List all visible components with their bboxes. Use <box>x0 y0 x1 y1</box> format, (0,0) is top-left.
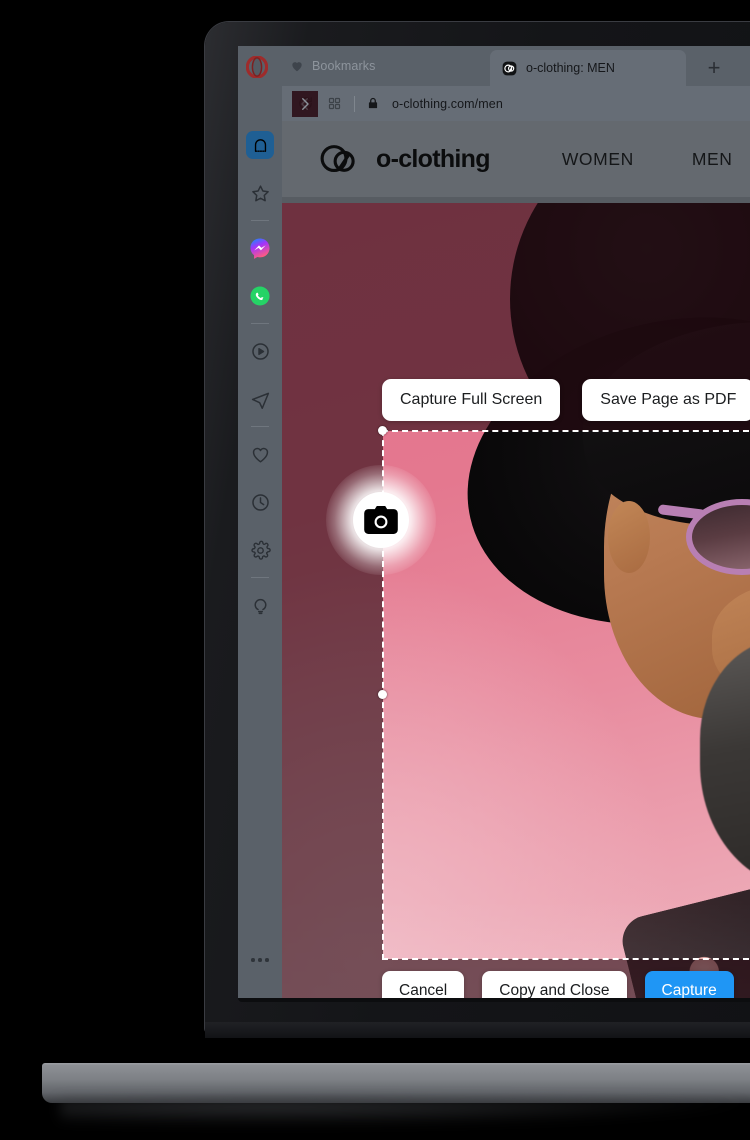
screenshot-capture-overlay: Capture Full Screen Save Page as PDF Can… <box>282 203 750 998</box>
sidebar-item-pinboards[interactable] <box>238 430 282 478</box>
sidebar-separator <box>251 426 269 427</box>
sidebar-separator <box>251 577 269 578</box>
bookmarks-label: Bookmarks <box>312 59 375 73</box>
nav-link-women[interactable]: WOMEN <box>562 149 634 170</box>
new-tab-button[interactable]: + <box>693 50 735 86</box>
sidebar-item-home[interactable] <box>238 121 282 169</box>
opera-logo-icon[interactable] <box>246 56 268 78</box>
laptop-hinge <box>205 1022 750 1038</box>
gear-icon <box>250 540 271 561</box>
grid-icon[interactable] <box>321 91 347 117</box>
address-bar: o-clothing.com/men <box>282 86 750 121</box>
dot-icon <box>251 958 255 962</box>
capture-bottom-toolbar: Cancel Copy and Close Capture <box>382 971 734 998</box>
copy-and-close-button[interactable]: Copy and Close <box>482 971 626 998</box>
browser-window: Bookmarks o-clothing: MEN + <box>238 46 750 998</box>
bookmarks-button[interactable]: Bookmarks <box>282 46 492 86</box>
opera-sidebar <box>238 121 282 998</box>
o-clothing-logo-icon[interactable] <box>318 137 362 181</box>
dot-icon <box>265 958 269 962</box>
chevron-right-icon[interactable] <box>292 91 318 117</box>
home-icon <box>246 131 274 159</box>
selection-region[interactable] <box>383 431 750 959</box>
dot-icon <box>258 958 262 962</box>
selection-handle-top-left[interactable] <box>378 426 387 435</box>
laptop-shadow <box>60 1100 750 1126</box>
camera-cursor-badge[interactable] <box>340 479 422 561</box>
clock-icon <box>250 492 271 513</box>
camera-circle <box>353 492 409 548</box>
tab-strip: Bookmarks o-clothing: MEN + <box>238 46 750 86</box>
sidebar-item-tips[interactable] <box>238 581 282 629</box>
sidebar-separator <box>251 323 269 324</box>
site-nav: WOMEN MEN <box>562 149 733 170</box>
web-page-viewport: o-clothing WOMEN MEN <box>282 121 750 998</box>
star-icon <box>250 183 271 204</box>
browser-tab-o-clothing[interactable]: o-clothing: MEN <box>490 50 686 86</box>
toolbar-divider <box>354 96 355 112</box>
whatsapp-icon <box>249 285 271 307</box>
heart-icon <box>290 59 304 73</box>
sidebar-item-favorites[interactable] <box>238 169 282 217</box>
sidebar-item-player[interactable] <box>238 327 282 375</box>
nav-link-men[interactable]: MEN <box>692 149 733 170</box>
save-page-as-pdf-button[interactable]: Save Page as PDF <box>582 379 750 421</box>
cancel-button[interactable]: Cancel <box>382 971 464 998</box>
sidebar-item-messenger[interactable] <box>238 224 282 272</box>
sidebar-item-whatsapp[interactable] <box>238 272 282 320</box>
sidebar-item-telegram[interactable] <box>238 375 282 423</box>
sidebar-more-button[interactable] <box>238 950 282 970</box>
sidebar-item-history[interactable] <box>238 478 282 526</box>
lock-icon[interactable] <box>366 96 380 111</box>
site-header: o-clothing WOMEN MEN <box>282 121 750 197</box>
lightbulb-icon <box>250 595 271 616</box>
capture-full-screen-button[interactable]: Capture Full Screen <box>382 379 560 421</box>
sidebar-item-settings[interactable] <box>238 526 282 574</box>
site-wordmark[interactable]: o-clothing <box>376 145 490 174</box>
capture-button[interactable]: Capture <box>645 971 734 998</box>
tab-title: o-clothing: MEN <box>526 61 615 75</box>
laptop-base <box>42 1065 750 1103</box>
browser-chrome: Bookmarks o-clothing: MEN + <box>238 46 750 121</box>
o-clothing-favicon <box>502 61 517 76</box>
heart-outline-icon <box>250 444 271 465</box>
sidebar-separator <box>251 220 269 221</box>
url-text[interactable]: o-clothing.com/men <box>392 97 503 111</box>
selection-handle-middle-left[interactable] <box>378 690 387 699</box>
play-circle-icon <box>250 341 271 362</box>
camera-icon <box>364 506 398 534</box>
capture-top-toolbar: Capture Full Screen Save Page as PDF <box>382 379 750 421</box>
messenger-icon <box>249 237 271 259</box>
telegram-icon <box>250 389 271 410</box>
